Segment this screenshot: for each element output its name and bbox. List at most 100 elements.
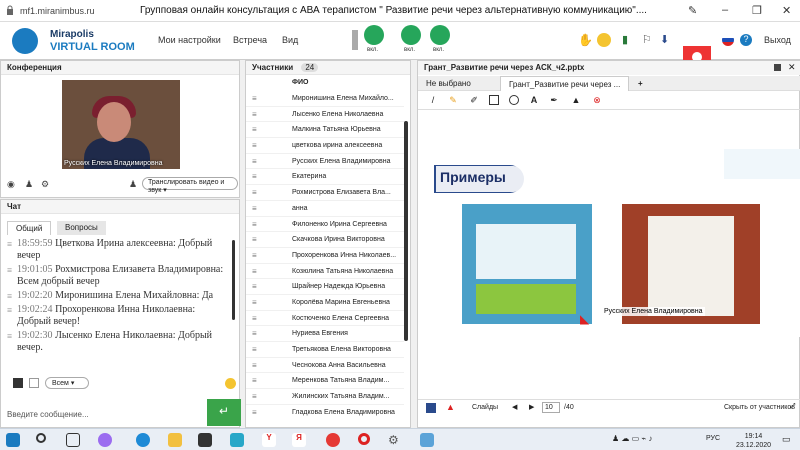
l-app-icon[interactable] [230, 433, 244, 447]
yandex-browser-icon[interactable]: Y [262, 433, 276, 447]
microphone-button[interactable] [364, 25, 384, 45]
participant-menu-icon[interactable]: ≡ [252, 125, 257, 134]
column-header-name[interactable]: ФИО [292, 79, 308, 86]
participant-row[interactable]: ≡ Малкина Татьяна Юрьевна [246, 122, 404, 139]
tab-general[interactable]: Общий [7, 221, 52, 235]
menu-view[interactable]: Вид [282, 35, 298, 45]
volume-slider[interactable] [352, 30, 358, 50]
page-number-input[interactable]: 10 [542, 402, 560, 413]
browser-url[interactable]: mf1.miranimbus.ru [20, 6, 95, 16]
next-slide-button[interactable]: ▶ [529, 403, 534, 411]
participant-row[interactable]: ≡ Меренкова Татьяна Владим... [246, 373, 404, 390]
tab-not-selected[interactable]: Не выбрано [418, 76, 479, 91]
participant-menu-icon[interactable]: ≡ [252, 267, 257, 276]
draw-mode-icon[interactable] [426, 403, 436, 413]
participant-menu-icon[interactable]: ≡ [252, 392, 257, 401]
participant-row[interactable]: ≡ Жилинских Татьяна Владим... [246, 389, 404, 405]
network-icon[interactable]: ⚐ [642, 33, 656, 47]
cursor-mode-icon[interactable]: ▲ [446, 402, 455, 412]
whiteboard-pin-icon[interactable] [774, 64, 781, 71]
participant-row[interactable]: ≡ Русских Елена Владимировна [246, 154, 404, 170]
alice-icon[interactable] [98, 433, 112, 447]
task-view-icon[interactable] [66, 433, 80, 447]
chrome-icon[interactable] [326, 433, 340, 447]
send-button[interactable]: ↵ [207, 399, 241, 426]
chat-scrollbar[interactable] [232, 240, 235, 320]
stats-icon[interactable]: ▮ [622, 33, 636, 47]
users-icon[interactable]: ♟ [25, 179, 33, 190]
participant-menu-icon[interactable]: ≡ [252, 188, 257, 197]
video-feed[interactable]: Русских Елена Владимировна [62, 80, 180, 169]
notifications-icon[interactable]: ▭ [782, 434, 791, 445]
rectangle-icon[interactable] [489, 95, 499, 105]
participant-menu-icon[interactable]: ≡ [252, 110, 257, 119]
participants-scrollbar[interactable] [404, 121, 408, 341]
participant-menu-icon[interactable]: ≡ [252, 157, 257, 166]
audience-select[interactable]: Всем ▾ [45, 377, 89, 389]
opera-icon[interactable] [358, 433, 370, 445]
download-icon[interactable]: ⬇ [660, 33, 674, 47]
close-icon[interactable]: ✕ [782, 4, 791, 17]
participant-menu-icon[interactable]: ≡ [252, 361, 257, 370]
exit-button[interactable]: Выход [764, 35, 791, 45]
participant-row[interactable]: ≡ Скачкова Ирина Викторовна [246, 232, 404, 248]
participant-menu-icon[interactable]: ≡ [252, 345, 257, 354]
participant-row[interactable]: ≡ Миронишина Елена Михайло... [246, 91, 404, 107]
start-icon[interactable] [6, 433, 20, 447]
minimize-icon[interactable]: – [722, 4, 728, 16]
format-icon[interactable] [29, 378, 39, 388]
maximize-icon[interactable]: ❐ [752, 4, 762, 17]
participant-row[interactable]: ≡ Екатерина [246, 169, 404, 186]
marker-icon[interactable]: ✐ [469, 95, 479, 105]
whiteboard-close-icon[interactable]: ✕ [788, 62, 796, 73]
participant-menu-icon[interactable]: ≡ [252, 141, 257, 150]
participant-menu-icon[interactable]: ≡ [252, 251, 257, 260]
menu-meeting[interactable]: Встреча [233, 35, 267, 45]
pencil-icon[interactable]: / [428, 95, 438, 105]
raise-hand-icon[interactable]: ✋ [578, 33, 593, 47]
participant-row[interactable]: ≡ Лысенко Елена Николаевна [246, 107, 404, 123]
participant-row[interactable]: ≡ Шрайнер Надежда Юрьевна [246, 279, 404, 295]
text-icon[interactable]: A [529, 95, 539, 105]
add-tab-button[interactable]: + [630, 76, 651, 91]
tab-questions[interactable]: Вопросы [57, 221, 106, 235]
participant-menu-icon[interactable]: ≡ [252, 94, 257, 103]
hide-from-participants-button[interactable]: Скрыть от участников [724, 404, 795, 411]
participant-row[interactable]: ≡ Нуриева Евгения [246, 326, 404, 342]
color-picker-icon[interactable] [13, 378, 23, 388]
photos-icon[interactable] [420, 433, 434, 447]
participant-row[interactable]: ≡ Гладкова Елена Владимировна [246, 405, 404, 419]
prev-slide-button[interactable]: ◀ [512, 403, 517, 411]
participant-menu-icon[interactable]: ≡ [252, 408, 257, 417]
participant-menu-icon[interactable]: ≡ [252, 298, 257, 307]
search-icon[interactable] [36, 433, 46, 443]
participant-row[interactable]: ≡ цветкова ирина алексеевна [246, 138, 404, 154]
system-clock[interactable]: 19:14 23.12.2020 [736, 432, 771, 450]
edit-icon[interactable]: ✎ [688, 4, 697, 17]
language-flag-icon[interactable] [722, 34, 734, 46]
share-video-button[interactable]: Транслировать видео и звук ▾ [142, 177, 238, 194]
emoji-icon[interactable] [597, 33, 611, 47]
store-icon[interactable] [198, 433, 212, 447]
pointer-icon[interactable]: ▲ [571, 95, 581, 105]
participant-row[interactable]: ≡ Чеснокова Анна Васильевна [246, 358, 404, 374]
participant-row[interactable]: ≡ Рохмистрова Елизавета Вла... [246, 185, 404, 201]
clear-icon[interactable]: ⊗ [592, 95, 602, 105]
participant-menu-icon[interactable]: ≡ [252, 204, 257, 213]
participant-row[interactable]: ≡ Прохоренкова Инна Николаев... [246, 248, 404, 264]
participant-menu-icon[interactable]: ≡ [252, 314, 257, 323]
camera-button[interactable] [430, 25, 450, 45]
emoji-picker-icon[interactable] [225, 378, 236, 389]
menu-my-settings[interactable]: Мои настройки [158, 35, 221, 45]
participant-menu-icon[interactable]: ≡ [252, 282, 257, 291]
participant-menu-icon[interactable]: ≡ [252, 172, 257, 181]
camera-settings-icon[interactable]: ◉ [7, 179, 15, 190]
tab-presentation[interactable]: Грант_Развитие речи через ... [500, 76, 630, 91]
chat-input[interactable]: Введите сообщение... [7, 406, 207, 422]
participant-row[interactable]: ≡ Третьякова Елена Викторовна [246, 342, 404, 358]
participant-row[interactable]: ≡ анна [246, 201, 404, 217]
settings-icon[interactable]: ⚙ [41, 179, 49, 190]
participant-menu-icon[interactable]: ≡ [252, 235, 257, 244]
participant-row[interactable]: ≡ Королёва Марина Евгеньевна [246, 295, 404, 311]
ellipse-icon[interactable] [509, 95, 519, 105]
